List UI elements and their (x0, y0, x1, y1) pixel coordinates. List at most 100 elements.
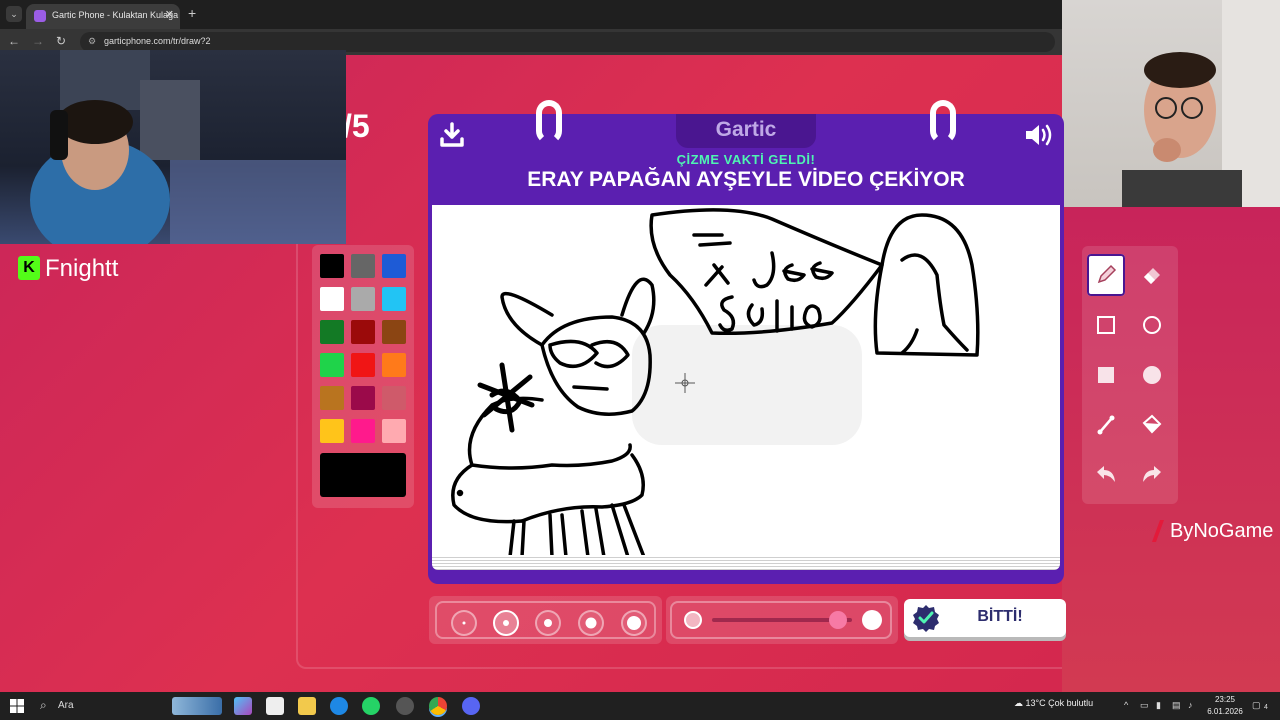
opacity-low-icon (684, 611, 702, 629)
file-explorer-icon[interactable] (298, 697, 316, 715)
rectangle-fill-icon (1098, 367, 1114, 383)
binder-ring-left (536, 100, 562, 144)
pencil-tool[interactable] (1087, 254, 1125, 296)
color-swatch[interactable] (320, 287, 344, 311)
back-icon[interactable]: ← (8, 34, 20, 48)
color-swatch[interactable] (320, 419, 344, 443)
color-swatch[interactable] (320, 320, 344, 344)
color-swatch[interactable] (320, 353, 344, 377)
line-icon (1097, 415, 1115, 435)
circle-outline-icon (1143, 316, 1161, 334)
rectangle-fill-tool[interactable] (1087, 354, 1125, 396)
color-swatch[interactable] (351, 419, 375, 443)
drawing-prompt: ERAY PAPAĞAN AYŞEYLE VİDEO ÇEKİYOR (527, 168, 965, 191)
new-tab-button[interactable]: + (188, 5, 196, 21)
check-icon (913, 605, 939, 632)
color-palette (312, 245, 414, 508)
sponsor-logo: ByNoGame (1170, 520, 1274, 542)
battery-icon[interactable]: ▮ (1156, 700, 1161, 711)
circle-fill-icon (1143, 366, 1161, 384)
undo-tool[interactable] (1087, 454, 1125, 496)
brush-size-2[interactable] (493, 610, 519, 636)
circle-outline-tool[interactable] (1133, 304, 1171, 346)
brush-size-4[interactable] (578, 610, 604, 636)
color-swatch[interactable] (351, 353, 375, 377)
notification-icon[interactable]: ▢ (1252, 700, 1261, 711)
opacity-high-icon (862, 610, 882, 630)
color-swatch[interactable] (382, 254, 406, 278)
undo-icon (1097, 466, 1115, 482)
chrome-icon[interactable] (429, 697, 447, 715)
color-swatch[interactable] (351, 386, 375, 410)
chevron-up-icon[interactable]: ^ (1124, 700, 1128, 710)
card-header: Gartic ÇİZME VAKTİ GELDİ! ERAY PAPAĞAN A… (428, 100, 1064, 204)
opacity-slider[interactable] (670, 601, 892, 639)
rectangle-outline-tool[interactable] (1087, 304, 1125, 346)
opacity-handle[interactable] (829, 611, 847, 629)
brush-size-1[interactable] (451, 610, 477, 636)
weather-text: 13°C Çok bulutlu (1025, 698, 1094, 708)
copilot-icon[interactable] (234, 697, 252, 715)
search-icon[interactable]: ⌕ (40, 698, 47, 713)
drawing-canvas[interactable] (432, 205, 1060, 555)
search-label[interactable]: Ara (58, 700, 74, 711)
phase-subtitle: ÇİZME VAKTİ GELDİ! (676, 152, 816, 167)
brush-size-3[interactable] (535, 610, 561, 636)
color-swatch[interactable] (382, 386, 406, 410)
color-swatch[interactable] (351, 254, 375, 278)
bucket-tool[interactable] (1133, 404, 1171, 446)
browser-tab-bar: ⌄ Gartic Phone - Kulaktan Kulağa ✕ + (0, 0, 1062, 29)
whatsapp-icon[interactable] (362, 697, 380, 715)
clock-time[interactable]: 23:25 (1206, 695, 1244, 704)
color-swatch[interactable] (320, 254, 344, 278)
tab-close-icon[interactable]: ✕ (165, 8, 174, 21)
brush-size-panel (429, 596, 662, 644)
sound-icon[interactable] (1024, 122, 1054, 148)
tool-panel (1082, 246, 1178, 504)
current-color-preview (320, 453, 406, 497)
store-icon[interactable] (266, 697, 284, 715)
browser-tab[interactable]: Gartic Phone - Kulaktan Kulağa ✕ (26, 4, 180, 29)
done-button[interactable]: BİTTİ! (904, 599, 1066, 637)
bynogame-logo-icon (1152, 520, 1164, 542)
eraser-icon (1144, 268, 1160, 284)
webcam-streamer (0, 50, 346, 244)
network-icon[interactable]: ▤ (1172, 700, 1181, 711)
brush-size-5[interactable] (621, 610, 647, 636)
color-swatch[interactable] (351, 287, 375, 311)
download-icon[interactable] (440, 122, 464, 148)
url-field[interactable]: ⚙ garticphone.com/tr/draw?2 (80, 32, 1055, 52)
logo-text: Gartic (715, 118, 777, 141)
paper-edge (432, 555, 1060, 570)
edge-icon[interactable] (330, 697, 348, 715)
volume-icon[interactable]: ♪ (1188, 700, 1193, 710)
color-swatch[interactable] (382, 353, 406, 377)
obs-icon[interactable] (396, 697, 414, 715)
kick-logo-icon: K (18, 256, 40, 280)
meet-icon[interactable]: ▭ (1140, 700, 1149, 711)
windows-taskbar: ⌕ Ara ☁ 13°C Çok bulutlu ^ ▭ ▮ ▤ ♪ 23:25… (0, 692, 1280, 720)
forward-icon[interactable]: → (32, 34, 44, 48)
search-highlight-image[interactable] (172, 697, 222, 715)
circle-fill-tool[interactable] (1133, 354, 1171, 396)
tab-search-button[interactable]: ⌄ (6, 6, 22, 22)
clock-date[interactable]: 6.01.2026 (1202, 707, 1248, 716)
color-swatch[interactable] (320, 386, 344, 410)
streamer-name: Fnightt (45, 255, 119, 282)
pencil-icon (1097, 264, 1117, 284)
url-text: garticphone.com/tr/draw?2 (104, 36, 211, 46)
windows-start-icon[interactable] (10, 699, 24, 713)
redo-tool[interactable] (1133, 454, 1171, 496)
reload-icon[interactable]: ↻ (56, 34, 66, 48)
site-info-icon[interactable]: ⚙ (88, 36, 96, 47)
color-swatch[interactable] (382, 320, 406, 344)
cloud-icon: ☁ (1014, 698, 1023, 708)
color-swatch[interactable] (382, 287, 406, 311)
color-swatch[interactable] (351, 320, 375, 344)
eraser-tool[interactable] (1133, 254, 1171, 296)
notification-count: 4 (1264, 704, 1268, 711)
line-tool[interactable] (1087, 404, 1125, 446)
color-swatch[interactable] (382, 419, 406, 443)
weather-widget[interactable]: ☁ 13°C Çok bulutlu (1014, 698, 1093, 709)
discord-icon[interactable] (462, 697, 480, 715)
